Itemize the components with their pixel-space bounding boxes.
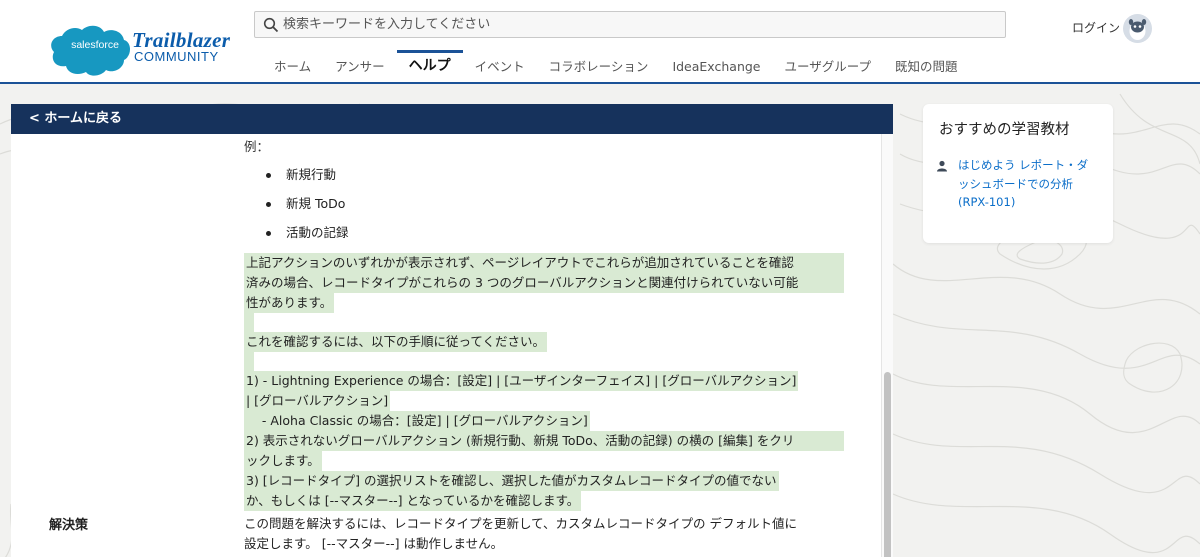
recommended-materials-title: おすすめの学習教材 (939, 122, 1070, 138)
nav-ideaexchange[interactable]: IdeaExchange (660, 52, 772, 82)
nav-known-issues[interactable]: 既知の問題 (883, 52, 970, 82)
solution-label: 解決策 (49, 518, 89, 533)
search-icon (263, 17, 279, 32)
paragraph-line: 上記アクションのいずれかが表示されず、ページレイアウトでこれらが追加されているこ… (244, 253, 844, 273)
course-link-line: (RPX-101) (958, 195, 1016, 209)
paragraph-line: 性があります。 (244, 293, 335, 313)
step-line: 3) [レコードタイプ] の選択リストを確認し、選択した値がカスタムレコードタイ… (244, 471, 779, 491)
solution-line: 設定します。 [--マスター--] は動作しません。 (244, 536, 504, 551)
back-to-home-link[interactable]: < ホームに戻る (11, 104, 893, 134)
highlight-blank-line (244, 352, 254, 372)
salesforce-wordmark: salesforce (71, 39, 119, 51)
person-icon (937, 160, 947, 172)
highlighted-paragraph-2: これを確認するには、以下の手順に従ってください。 (244, 332, 844, 372)
recommended-course-link[interactable]: はじめよう レポート・ダ ッシュボードでの分析 (RPX-101) (958, 156, 1098, 212)
astro-avatar-icon (1123, 14, 1152, 43)
step-line: 1) - Lightning Experience の場合：[設定] | [ユー… (244, 371, 799, 391)
step-line: 2) 表示されないグローバルアクション (新規行動、新規 ToDo、活動の記録)… (244, 431, 844, 451)
highlight-blank-line (244, 313, 254, 333)
solution-line: この問題を解決するには、レコードタイプを更新して、カスタムレコードタイプの デフ… (244, 516, 797, 531)
search-box[interactable] (254, 11, 1006, 38)
highlighted-steps: 1) - Lightning Experience の場合：[設定] | [ユー… (244, 371, 844, 511)
step-line: ックします。 (244, 451, 322, 471)
nav-user-groups[interactable]: ユーザグループ (773, 52, 884, 82)
avatar[interactable] (1123, 14, 1152, 43)
nav-help[interactable]: ヘルプ (396, 50, 463, 80)
nav-answers[interactable]: アンサー (323, 52, 397, 82)
example-label: 例： (244, 139, 270, 154)
site-header: salesforce Trailblazer COMMUNITY ログイン ホー… (0, 0, 1200, 84)
example-list: 新規行動 新規 ToDo 活動の記録 (266, 166, 349, 253)
list-item: 新規行動 (266, 166, 349, 195)
highlighted-paragraph-1: 上記アクションのいずれかが表示されず、ページレイアウトでこれらが追加されているこ… (244, 253, 844, 333)
trailblazer-community-logo[interactable]: salesforce Trailblazer COMMUNITY (48, 22, 238, 78)
step-line: | [グローバルアクション] (244, 391, 391, 411)
community-wordmark: COMMUNITY (134, 49, 219, 64)
list-item: 活動の記録 (266, 224, 349, 253)
paragraph-line: 済みの場合、レコードタイプがこれらの 3 つのグローバルアクションと関連付けられ… (244, 273, 844, 293)
step-line: か、もしくは [--マスター--] となっているかを確認します。 (244, 491, 582, 511)
course-link-line: はじめよう レポート・ダ (958, 158, 1089, 172)
article-card: < ホームに戻る 例： 新規行動 新規 ToDo 活動の記録 上記アクションのい… (11, 104, 893, 557)
solution-text: この問題を解決するには、レコードタイプを更新して、カスタムレコードタイプの デフ… (244, 514, 854, 554)
search-input[interactable] (283, 17, 983, 32)
nav-home[interactable]: ホーム (262, 52, 323, 82)
recommended-materials-card: おすすめの学習教材 はじめよう レポート・ダ ッシュボードでの分析 (RPX-1… (923, 104, 1113, 243)
list-item: 新規 ToDo (266, 195, 349, 224)
step-line: - Aloha Classic の場合：[設定] | [グローバルアクション] (244, 411, 590, 431)
course-link-line: ッシュボードでの分析 (958, 176, 1073, 191)
main-nav: ホーム アンサー ヘルプ イベント コラボレーション IdeaExchange … (262, 50, 970, 84)
nav-events[interactable]: イベント (463, 52, 537, 82)
nav-collaboration[interactable]: コラボレーション (537, 52, 661, 82)
paragraph-line: これを確認するには、以下の手順に従ってください。 (244, 332, 548, 352)
login-link[interactable]: ログイン (1072, 19, 1120, 36)
scrollbar-thumb[interactable] (884, 372, 891, 557)
